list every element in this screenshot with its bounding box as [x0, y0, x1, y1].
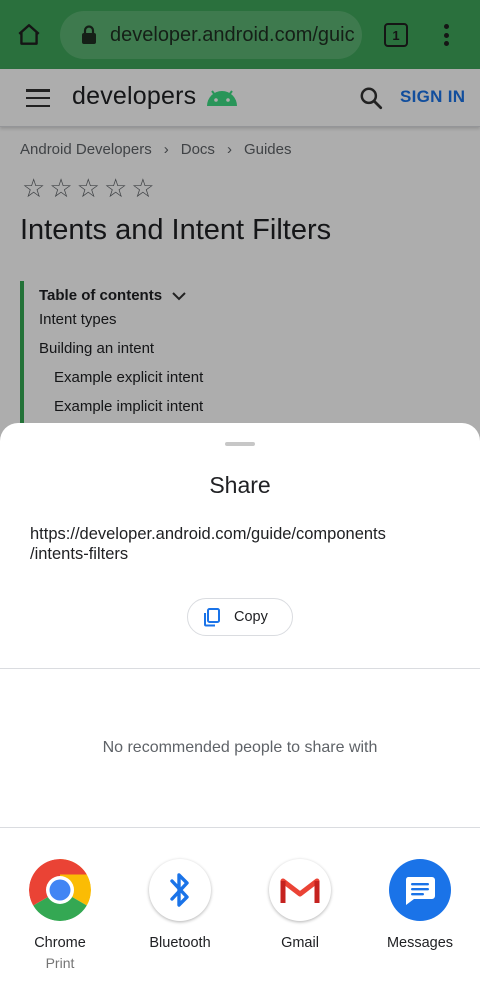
share-target-sublabel: Print — [45, 955, 75, 971]
gmail-icon — [269, 859, 331, 921]
drag-handle[interactable] — [225, 442, 255, 446]
share-sheet: Share https://developer.android.com/guid… — [0, 423, 480, 987]
share-target-bluetooth[interactable]: Bluetooth — [120, 859, 240, 951]
shared-url: https://developer.android.com/guide/comp… — [30, 524, 450, 564]
share-title: Share — [209, 472, 271, 498]
copy-icon — [204, 608, 220, 627]
messages-icon — [389, 859, 451, 921]
share-target-label: Gmail — [281, 935, 319, 951]
shared-url-text: https://developer.android.com/guide/comp… — [30, 525, 386, 563]
share-target-label: Chrome — [34, 935, 86, 951]
copy-button[interactable]: Copy — [187, 598, 293, 636]
share-target-gmail[interactable]: Gmail — [240, 859, 360, 951]
chrome-icon — [29, 859, 91, 921]
share-targets: Chrome Print Bluetooth Gmail Messages — [0, 859, 480, 979]
no-recommendations-text: No recommended people to share with — [102, 739, 378, 756]
share-target-label: Messages — [386, 935, 454, 951]
share-target-chrome[interactable]: Chrome Print — [0, 859, 120, 971]
share-target-label: Bluetooth — [149, 935, 211, 951]
divider — [0, 668, 480, 669]
divider — [0, 827, 480, 828]
bluetooth-icon — [149, 859, 211, 921]
copy-label: Copy — [234, 609, 268, 625]
share-target-messages[interactable]: Messages — [360, 859, 480, 951]
